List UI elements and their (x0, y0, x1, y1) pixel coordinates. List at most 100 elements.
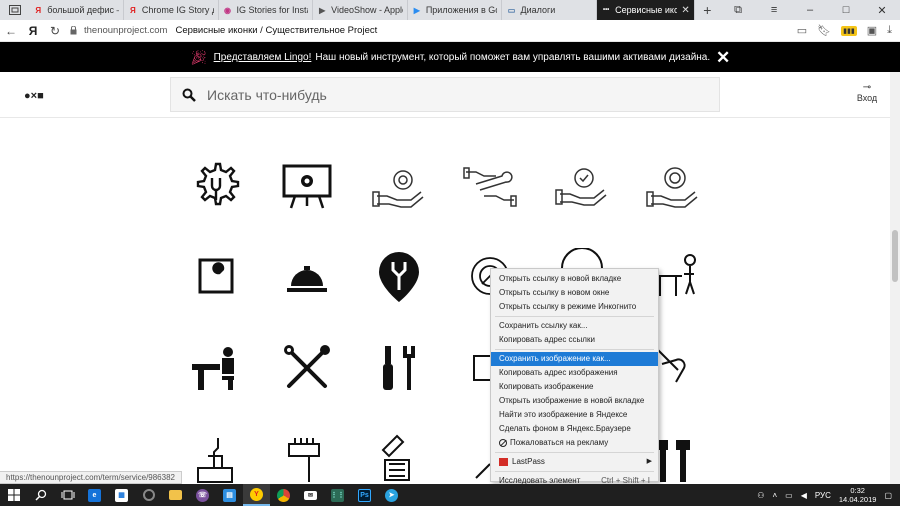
extension-icon[interactable]: ▮▮▮ (841, 25, 857, 36)
browser-tab[interactable]: ▶ Приложения в Goog (408, 0, 503, 20)
site-logo[interactable]: ●×■ (24, 90, 44, 102)
photoshop-icon[interactable]: Ps (351, 484, 378, 506)
hand-gear-outline-icon-3[interactable] (645, 158, 701, 214)
network-icon[interactable]: ▭ (785, 491, 793, 500)
address-url[interactable]: thenounproject.com (84, 25, 167, 36)
login-button[interactable]: ⊸ Вход (853, 83, 881, 104)
menu-icon[interactable]: ≡ (756, 4, 792, 16)
window-controls: ⧉ ≡ – □ ✕ (720, 0, 900, 20)
reader-mode-icon[interactable]: ▭ (797, 24, 807, 37)
chrome-icon[interactable] (270, 484, 297, 506)
download-icon[interactable]: ⤓ (887, 24, 892, 37)
wrench-square-icon[interactable] (188, 248, 244, 304)
hand-wrench-icon[interactable] (188, 432, 244, 488)
gear-wrench-icon[interactable] (188, 158, 244, 214)
maximize-icon[interactable]: □ (828, 4, 864, 16)
menu-item-copy-link[interactable]: Копировать адрес ссылки (491, 333, 658, 347)
hands-wrench-outline-icon[interactable] (462, 158, 518, 214)
protect-icon[interactable]: ▣ (867, 24, 877, 37)
scrollbar-thumb[interactable] (892, 230, 898, 282)
search-input[interactable]: Искать что-нибудь (207, 87, 327, 103)
banner-link[interactable]: Представляем Lingo! (214, 52, 312, 63)
hand-gear-outline-icon-2[interactable] (554, 158, 610, 214)
start-windows-icon[interactable] (0, 484, 27, 506)
menu-item-label: Пожаловаться на рекламу (510, 438, 609, 447)
edge-icon[interactable]: e (81, 484, 108, 506)
bookmarks-icon[interactable]: ⧉ (720, 4, 756, 17)
browser-tab[interactable]: Я Chrome IG Story для (124, 0, 219, 20)
chevron-up-icon[interactable]: ˄ (772, 491, 777, 500)
app-grid-icon[interactable]: ⋮⋮ (324, 484, 351, 506)
viber-icon[interactable]: ☏ (189, 484, 216, 506)
service-bell-icon[interactable] (279, 248, 335, 304)
address-page-title[interactable]: Сервисные иконки / Существительное Proje… (175, 25, 377, 36)
telegram-icon[interactable]: ➤ (378, 484, 405, 506)
lock-icon[interactable] (66, 26, 80, 35)
hand-wrench-icon-2[interactable] (279, 432, 335, 488)
menu-item-open-new-tab[interactable]: Открыть ссылку в новой вкладке (491, 272, 658, 286)
vk-icon: ▭ (507, 5, 516, 15)
folder-icon[interactable] (162, 484, 189, 506)
back-arrow-icon[interactable]: ← (0, 24, 22, 38)
new-tab-icon[interactable]: + (695, 0, 720, 20)
yandex-logo-icon[interactable]: Я (22, 24, 44, 38)
menu-item-set-background[interactable]: Сделать фоном в Яндекс.Браузере (491, 422, 658, 436)
system-tray: ⚇ ˄ ▭ ◀︎ РУС 0:32 14.04.2019 ▢ (757, 486, 900, 504)
people-icon[interactable]: ⚇ (757, 491, 764, 500)
menu-item-copy-image[interactable]: Копировать изображение (491, 380, 658, 394)
menu-item-open-new-window[interactable]: Открыть ссылку в новом окне (491, 286, 658, 300)
promo-banner: 🎉︎ Представляем Lingo! Наш новый инструм… (0, 42, 900, 72)
notifications-icon[interactable]: ▢ (884, 491, 892, 500)
browser-tab[interactable]: ▶ VideoShow - Apple (R (313, 0, 408, 20)
bookmark-icon[interactable]: 🔖︎ (817, 24, 831, 37)
desk-worker-icon-2[interactable] (188, 340, 244, 396)
monitor-gear-icon[interactable] (279, 158, 335, 214)
menu-item-open-incognito[interactable]: Открыть ссылку в режиме Инкогнито (491, 300, 658, 314)
menu-item-report-ad[interactable]: Пожаловаться на рекламу (491, 436, 658, 450)
wrench-map-pin-icon[interactable] (371, 248, 427, 304)
tab-overview-icon[interactable] (0, 0, 29, 20)
search-box[interactable]: Искать что-нибудь (170, 77, 720, 112)
browser-tab[interactable]: ◉ IG Stories for Instagra (219, 0, 314, 20)
task-view-icon[interactable] (54, 484, 81, 506)
context-menu: Открыть ссылку в новой вкладке Открыть с… (490, 268, 659, 485)
crossed-tools-icon[interactable] (279, 340, 335, 396)
submenu-arrow-icon: ▶ (646, 458, 652, 465)
menu-item-copy-image-address[interactable]: Копировать адрес изображения (491, 366, 658, 380)
reload-icon[interactable]: ↻ (44, 24, 66, 38)
store-icon[interactable]: ▦ (108, 484, 135, 506)
minimize-icon[interactable]: – (792, 4, 828, 16)
yandex-browser-icon[interactable]: Y (243, 484, 270, 506)
menu-item-open-image-new-tab[interactable]: Открыть изображение в новой вкладке (491, 394, 658, 408)
hand-gear-outline-icon[interactable] (371, 158, 427, 214)
clock[interactable]: 0:32 14.04.2019 (839, 486, 877, 504)
tab-title: Chrome IG Story для (141, 5, 214, 15)
wrench-screwdriver-icon[interactable] (371, 340, 427, 396)
banner-message: Наш новый инструмент, который поможет ва… (315, 51, 711, 63)
menu-separator (495, 316, 654, 317)
instagram-icon: ◉ (224, 5, 231, 15)
page-scrollbar[interactable] (890, 72, 900, 484)
opera-icon[interactable] (135, 484, 162, 506)
noun-project-icon: ••• (602, 7, 610, 13)
close-tab-icon[interactable]: ✕ (681, 5, 689, 16)
browser-tab-active[interactable]: ••• Сервисные иконк ✕ (597, 0, 695, 20)
menu-separator (495, 349, 654, 350)
browser-tab[interactable]: Я большой дефис — Я (29, 0, 124, 20)
menu-item-search-yandex[interactable]: Найти это изображение в Яндексе (491, 408, 658, 422)
language-indicator[interactable]: РУС (815, 491, 831, 500)
menu-item-save-link[interactable]: Сохранить ссылку как... (491, 319, 658, 333)
banner-close-icon[interactable]: ✕ (716, 48, 730, 68)
pictures-icon[interactable]: ▤ (216, 484, 243, 506)
clock-date: 14.04.2019 (838, 495, 877, 504)
browser-tab[interactable]: ▭ Диалоги (502, 0, 598, 20)
hand-wrench-icon-3[interactable] (371, 432, 427, 488)
menu-item-lastpass[interactable]: LastPass ▶ (491, 455, 658, 469)
google-play-icon: ▶ (413, 5, 420, 15)
clock-time: 0:32 (850, 486, 865, 495)
mail-icon[interactable]: ✉ (297, 484, 324, 506)
menu-item-save-image[interactable]: Сохранить изображение как... (491, 352, 658, 366)
close-window-icon[interactable]: ✕ (864, 4, 900, 17)
volume-icon[interactable]: ◀︎ (801, 491, 807, 500)
search-icon[interactable] (27, 484, 54, 506)
